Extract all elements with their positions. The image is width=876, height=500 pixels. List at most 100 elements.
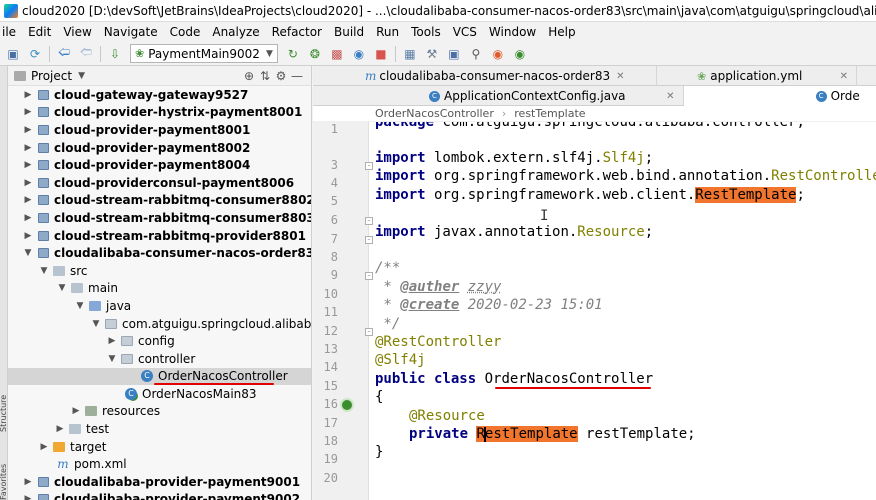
tree-item[interactable]: ▶ cloud-provider-payment8002 — [8, 139, 311, 157]
spring-bean-gutter-icon[interactable] — [340, 398, 354, 412]
close-icon[interactable]: ✕ — [666, 91, 674, 102]
chevron-right-icon[interactable]: ▶ — [22, 160, 34, 170]
plugin-icon[interactable]: ◉ — [512, 46, 528, 62]
tree-item[interactable]: ▼ java — [8, 297, 311, 315]
menu-refactor[interactable]: Refactor — [266, 22, 328, 42]
chevron-right-icon[interactable]: ▶ — [22, 231, 34, 241]
fold-marker-icon[interactable]: – — [365, 272, 373, 280]
tree-item[interactable]: ▶ cloud-stream-rabbitmq-consumer8803 — [8, 209, 311, 227]
menu-run[interactable]: Run — [370, 22, 405, 42]
chevron-right-icon[interactable]: ▶ — [22, 494, 34, 500]
menu-edit[interactable]: Edit — [22, 22, 57, 42]
chevron-down-icon[interactable]: ▼ — [22, 248, 34, 258]
tree-item[interactable]: ▶ resources — [8, 403, 311, 421]
run-configuration-select[interactable]: ❀ PaymentMain9002 ▼ — [130, 44, 278, 63]
tree-item[interactable]: ▶ cloud-providerconsul-payment8006 — [8, 174, 311, 192]
tree-item[interactable]: ▶ cloudalibaba-provider-payment9002 — [8, 491, 311, 500]
chevron-right-icon[interactable]: ▶ — [22, 125, 34, 135]
tree-item[interactable]: ▶ cloud-stream-rabbitmq-consumer8802 — [8, 192, 311, 210]
tree-item-label: cloud-provider-payment8001 — [54, 122, 251, 137]
code-editor[interactable]: 1 3 4 5 6 7 8 9 10 11 12 13 14 15 16 17 … — [313, 122, 876, 500]
build-project-icon[interactable]: ⇩ — [107, 46, 123, 62]
profile-icon[interactable]: ◉ — [351, 46, 367, 62]
tree-item[interactable]: ▼ main — [8, 280, 311, 298]
tree-item[interactable]: ▶ cloudalibaba-provider-payment9001 — [8, 473, 311, 491]
fold-marker-icon[interactable]: – — [365, 217, 373, 225]
menu-help[interactable]: Help — [542, 22, 581, 42]
fold-marker-icon[interactable]: – — [365, 236, 373, 244]
tree-item[interactable]: m pom.xml — [8, 455, 311, 473]
tree-item[interactable]: ▶ test — [8, 420, 311, 438]
close-icon[interactable]: ✕ — [840, 71, 848, 82]
chevron-right-icon[interactable]: ▶ — [22, 213, 34, 223]
menu-navigate[interactable]: Navigate — [98, 22, 164, 42]
close-icon[interactable]: ✕ — [616, 71, 624, 82]
chevron-down-icon[interactable]: ▼ — [74, 301, 86, 311]
menu-view[interactable]: View — [57, 22, 97, 42]
chevron-right-icon[interactable]: ▶ — [70, 406, 82, 416]
tree-item[interactable]: ▶ cloud-provider-payment8001 — [8, 121, 311, 139]
rerun-icon[interactable]: ↻ — [285, 46, 301, 62]
chevron-down-icon[interactable]: ▼ — [78, 71, 85, 81]
tree-item[interactable]: ▶ target — [8, 438, 311, 456]
tab-application-yml[interactable]: ❀ application.yml ✕ — [657, 66, 857, 86]
sdk-icon[interactable]: ▣ — [446, 46, 462, 62]
breadcrumb-class[interactable]: OrderNacosController — [375, 107, 494, 120]
structure-tool-tab[interactable]: Structure — [0, 372, 8, 432]
tree-item[interactable]: ▼ controller — [8, 350, 311, 368]
project-view-label[interactable]: Project — [31, 69, 72, 83]
chevron-down-icon[interactable]: ▼ — [38, 266, 50, 276]
coverage-icon[interactable]: ▩ — [329, 46, 345, 62]
stop-icon[interactable]: ■ — [373, 46, 389, 62]
tree-item[interactable]: ▶ config — [8, 332, 311, 350]
forward-arrow-icon[interactable]: 🢢 — [78, 45, 94, 62]
tab-pom-order83[interactable]: m cloudalibaba-consumer-nacos-order83 ✕ — [357, 66, 657, 86]
menu-file[interactable]: ile — [0, 22, 22, 42]
menu-analyze[interactable]: Analyze — [206, 22, 265, 42]
fold-marker-icon[interactable]: – — [365, 328, 373, 336]
chevron-right-icon[interactable]: ▶ — [22, 107, 34, 117]
tree-item[interactable]: ▶ cloud-gateway-gateway9527 — [8, 86, 311, 104]
tree-item-selected[interactable]: C OrderNacosController — [8, 367, 311, 386]
favorites-tool-tab[interactable]: Favorites — [0, 452, 8, 500]
chevron-right-icon[interactable]: ▶ — [22, 195, 34, 205]
chevron-down-icon[interactable]: ▼ — [56, 283, 68, 293]
chevron-right-icon[interactable]: ▶ — [22, 90, 34, 100]
tree-item[interactable]: ▶ cloud-provider-payment8004 — [8, 156, 311, 174]
fold-marker-icon[interactable]: – — [365, 162, 373, 170]
chevron-right-icon[interactable]: ▶ — [22, 178, 34, 188]
synchronize-icon[interactable]: ⟳ — [27, 46, 43, 62]
hide-panel-icon[interactable]: — — [289, 69, 305, 83]
chevron-right-icon[interactable]: ▶ — [54, 424, 66, 434]
tab-order-nacos-controller[interactable]: C Orde — [683, 86, 876, 106]
tree-item[interactable]: ▼ cloudalibaba-consumer-nacos-order83 — [8, 244, 311, 262]
menu-code[interactable]: Code — [164, 22, 207, 42]
menu-window[interactable]: Window — [483, 22, 542, 42]
chevron-right-icon[interactable]: ▶ — [22, 477, 34, 487]
search-everywhere-icon[interactable]: ⚲ — [468, 46, 484, 62]
collapse-all-icon[interactable]: ⇅ — [257, 69, 273, 83]
locate-target-icon[interactable]: ⊕ — [241, 69, 257, 83]
tree-item[interactable]: ▼ src — [8, 262, 311, 280]
chevron-right-icon[interactable]: ▶ — [38, 442, 50, 452]
chevron-down-icon[interactable]: ▼ — [90, 319, 102, 329]
chevron-down-icon[interactable]: ▼ — [106, 354, 118, 364]
menu-tools[interactable]: Tools — [405, 22, 447, 42]
tree-item[interactable]: ▶ cloud-stream-rabbitmq-provider8801 — [8, 227, 311, 245]
chevron-right-icon[interactable]: ▶ — [106, 336, 118, 346]
settings-wrench-icon[interactable]: ⚒ — [424, 46, 440, 62]
plugin-icon[interactable]: ◉ — [490, 46, 506, 62]
gear-icon[interactable]: ⚙ — [273, 69, 289, 83]
debug-icon[interactable]: ❂ — [307, 46, 323, 62]
tree-item[interactable]: ▼ com.atguigu.springcloud.alibaba — [8, 315, 311, 333]
back-arrow-icon[interactable]: 🢠 — [56, 45, 72, 62]
breadcrumb-field[interactable]: restTemplate — [514, 107, 585, 120]
chevron-right-icon[interactable]: ▶ — [22, 143, 34, 153]
menu-vcs[interactable]: VCS — [447, 22, 483, 42]
save-all-icon[interactable]: ▣ — [5, 46, 21, 62]
tree-item[interactable]: ▶ cloud-provider-hystrix-payment8001 — [8, 104, 311, 122]
project-structure-icon[interactable]: ▦ — [402, 46, 418, 62]
tree-item[interactable]: C OrderNacosMain83 — [8, 385, 311, 403]
tab-application-context-config[interactable]: C ApplicationContextConfig.java ✕ — [421, 86, 684, 106]
menu-build[interactable]: Build — [328, 22, 370, 42]
